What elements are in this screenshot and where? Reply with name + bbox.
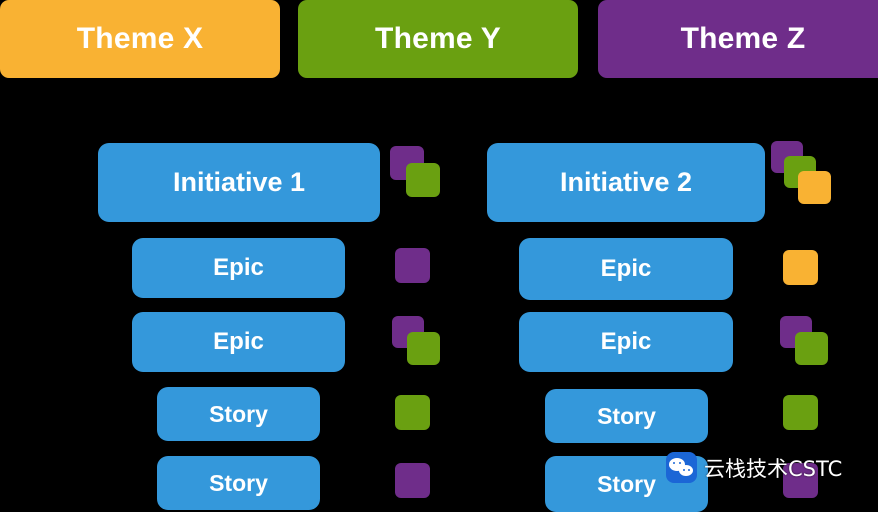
watermark: 云栈技术CSTC <box>666 452 842 483</box>
theme-chip-x <box>798 171 831 204</box>
column-left-story-5[interactable]: Story <box>157 456 320 510</box>
column-right-epic-2-theme-chips <box>783 250 819 288</box>
item-label: Epic <box>600 328 652 355</box>
column-left-story-4-theme-chips <box>395 395 431 433</box>
column-left-epic-2-theme-chips <box>395 248 431 288</box>
item-label: Epic <box>213 328 264 355</box>
column-right-epic-2[interactable]: Epic <box>519 238 733 300</box>
theme-chip-y <box>783 395 818 430</box>
column-left-story-4[interactable]: Story <box>157 387 320 441</box>
wechat-logo <box>666 452 697 483</box>
theme-chip-y <box>395 395 430 430</box>
column-right-epic-3-theme-chips <box>780 316 834 372</box>
column-left-epic-3-theme-chips <box>392 316 446 372</box>
theme-chip-z <box>395 463 430 498</box>
column-left-initiative-1-theme-chips <box>390 146 446 208</box>
column-right-story-4[interactable]: Story <box>545 389 708 443</box>
theme-chip-y <box>407 332 440 365</box>
theme-bar-3[interactable]: Theme Z <box>598 0 878 78</box>
column-left-epic-2[interactable]: Epic <box>132 238 345 298</box>
item-label: Epic <box>213 254 264 281</box>
item-label: Story <box>597 402 656 429</box>
item-label: Epic <box>600 255 652 282</box>
theme-bar-label: Theme Y <box>375 22 501 55</box>
theme-bar-label: Theme Z <box>680 22 806 55</box>
theme-bar-1[interactable]: Theme X <box>0 0 280 78</box>
column-right-initiative-1-theme-chips <box>771 141 843 221</box>
column-right-story-4-theme-chips <box>783 395 819 433</box>
theme-chip-x <box>783 250 818 285</box>
item-label: Initiative 2 <box>559 167 693 197</box>
column-right-initiative-1[interactable]: Initiative 2 <box>487 143 765 222</box>
column-left-initiative-1[interactable]: Initiative 1 <box>98 143 380 222</box>
diagram-canvas: Theme X Theme Y Theme Z Initiative 1 Epic Ep… <box>0 0 878 512</box>
watermark-text: 云栈技术CSTC <box>704 456 843 481</box>
theme-chip-y <box>795 332 828 365</box>
column-left-story-5-theme-chips <box>395 463 431 501</box>
item-label: Story <box>209 400 268 427</box>
column-left-epic-3[interactable]: Epic <box>132 312 345 372</box>
theme-chip-y <box>406 163 440 197</box>
theme-bar-label: Theme X <box>76 22 204 55</box>
theme-bar-2[interactable]: Theme Y <box>298 0 578 78</box>
column-right-epic-3[interactable]: Epic <box>519 312 733 372</box>
item-label: Initiative 1 <box>172 167 306 197</box>
item-label: Story <box>597 470 656 497</box>
item-label: Story <box>209 469 268 496</box>
theme-chip-z <box>395 248 430 283</box>
